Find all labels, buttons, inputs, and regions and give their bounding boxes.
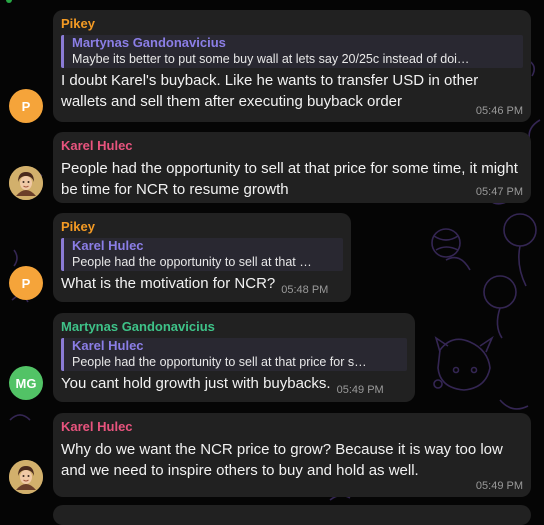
reply-text: Maybe its better to put some buy wall at… [72, 52, 470, 66]
reply-text: People had the opportunity to sell at th… [72, 355, 367, 369]
avatar-initials: MG [15, 375, 37, 391]
message-bubble[interactable]: Karel Hulec People had the opportunity t… [53, 132, 531, 203]
reply-quote[interactable]: Martynas Gandonavicius Maybe its better … [61, 35, 523, 68]
avatar-martynas[interactable]: MG [9, 366, 43, 400]
avatar-karel[interactable] [9, 460, 43, 494]
message-time: 05:49 PM [336, 384, 384, 396]
reply-sender-name: Karel Hulec [72, 238, 144, 253]
message-text: Why do we want the NCR price to grow? Be… [61, 441, 503, 479]
message-bubble[interactable]: Pikey Martynas Gandonavicius Maybe its b… [53, 10, 531, 122]
avatar-pikey[interactable]: P [9, 89, 43, 123]
reply-quote[interactable]: Karel Hulec People had the opportunity t… [61, 338, 407, 371]
message-text: What is the motivation for NCR? 05:48 PM [61, 273, 343, 296]
message-bubble[interactable]: Pikey Karel Hulec People had the opportu… [53, 213, 351, 302]
avatar-initials: P [21, 98, 31, 114]
reply-quote[interactable]: Karel Hulec People had the opportunity t… [61, 238, 343, 271]
message-text: You cant hold growth just with buybacks.… [61, 373, 407, 396]
karel-avatar-portrait-icon [9, 166, 43, 200]
message-bubble[interactable]: Karel Hulec Why do we want the NCR price… [53, 413, 531, 497]
reply-sender-name: Martynas Gandonavicius [72, 35, 226, 50]
sender-name[interactable]: Pikey [61, 16, 523, 32]
message-text: People had the opportunity to sell at th… [61, 160, 518, 198]
message-text-content: What is the motivation for NCR? [61, 275, 276, 292]
sender-name[interactable]: Karel Hulec [61, 138, 523, 154]
karel-avatar-portrait-icon [9, 460, 43, 494]
message-time: 05:46 PM [475, 105, 523, 117]
sender-name[interactable]: Karel Hulec [61, 419, 523, 435]
reply-text: People had the opportunity to sell at th… [72, 255, 312, 269]
message-time: 05:49 PM [475, 480, 523, 492]
avatar-pikey[interactable]: P [9, 266, 43, 300]
reply-sender-name: Karel Hulec [72, 338, 144, 353]
sender-name[interactable]: Martynas Gandonavicius [61, 319, 407, 335]
message-bubble-partial[interactable] [53, 505, 531, 525]
avatar-initials: P [21, 275, 31, 291]
message-text-content: You cant hold growth just with buybacks. [61, 375, 331, 392]
sender-name[interactable]: Pikey [61, 219, 343, 235]
message-time: 05:48 PM [281, 284, 329, 296]
avatar-karel[interactable] [9, 166, 43, 200]
message-text: I doubt Karel's buyback. Like he wants t… [61, 72, 479, 110]
message-bubble[interactable]: Martynas Gandonavicius Karel Hulec Peopl… [53, 313, 415, 402]
message-time: 05:47 PM [475, 186, 523, 198]
